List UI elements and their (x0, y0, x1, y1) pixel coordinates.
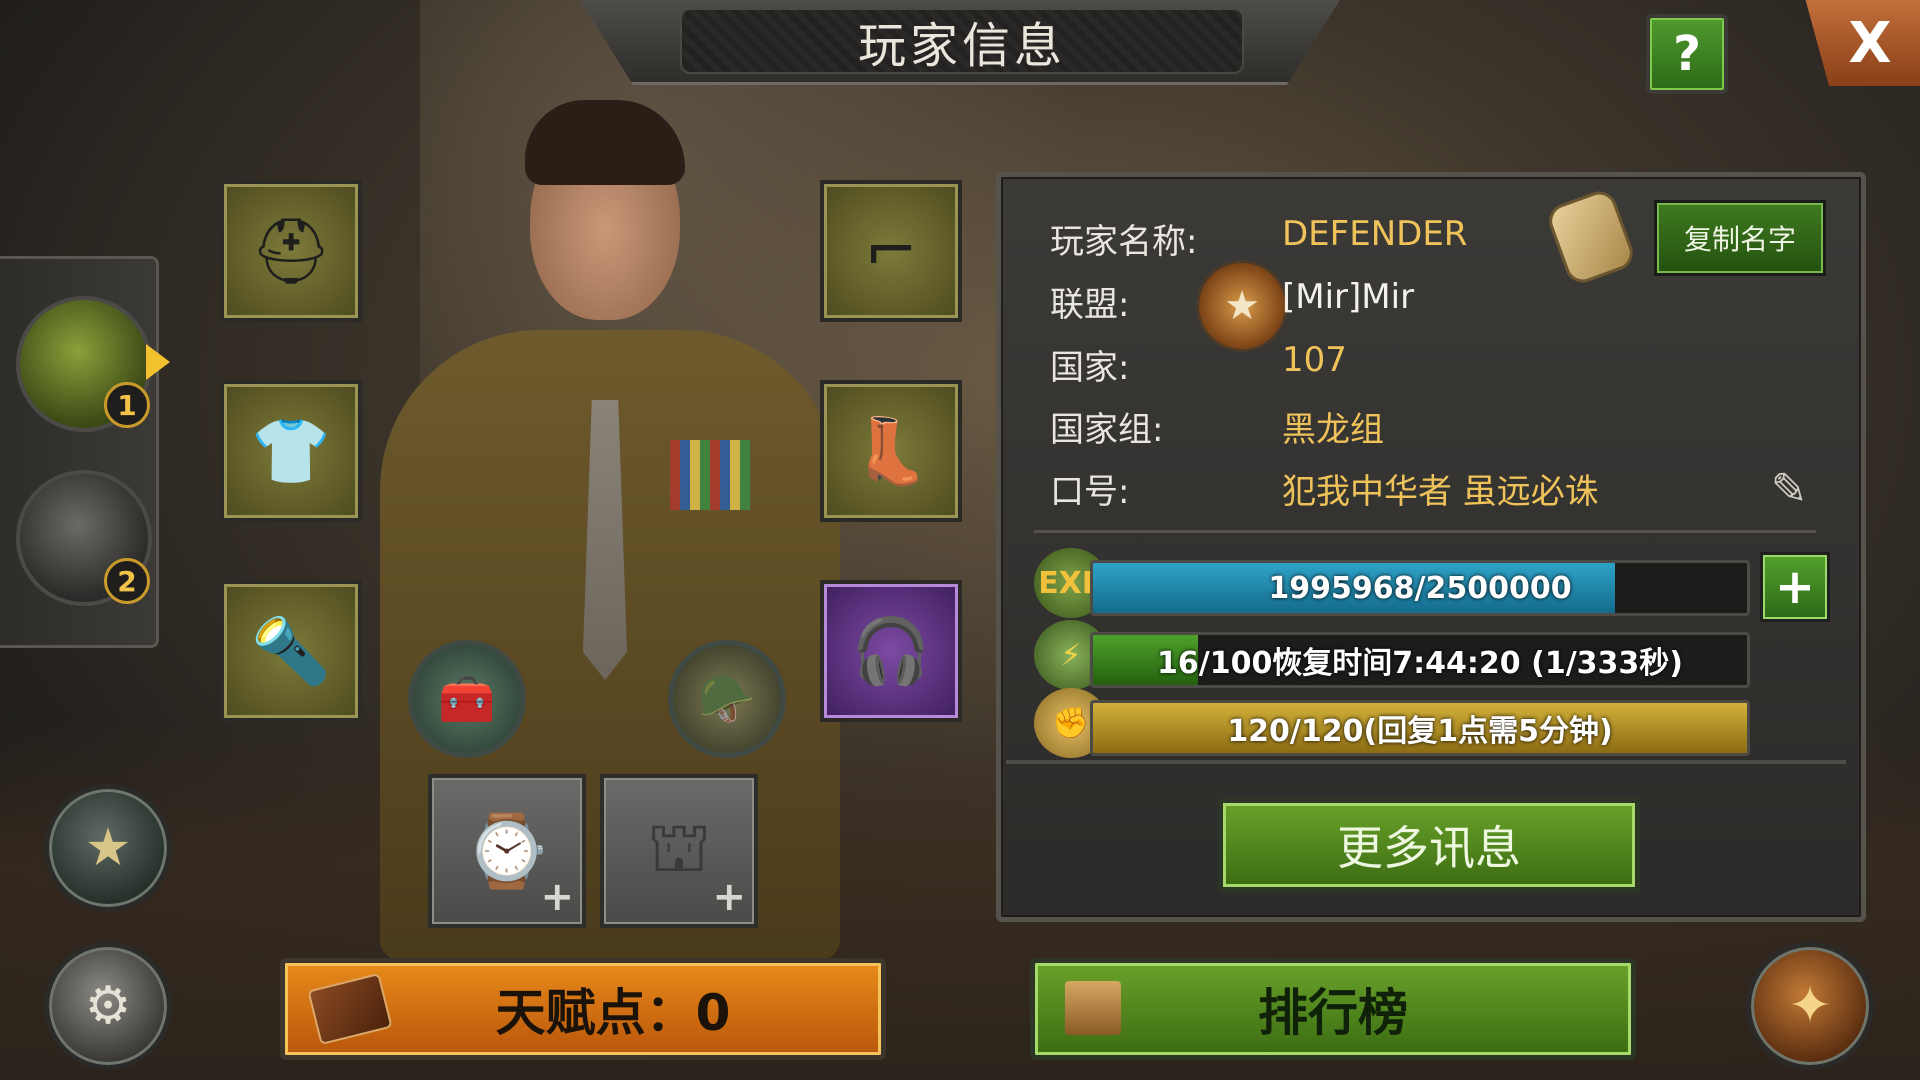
talent-points-label: 天赋点：0 (495, 984, 731, 1042)
headset-icon: 🎧 (851, 614, 931, 689)
more-info-button[interactable]: 更多讯息 (1218, 798, 1640, 892)
eagle-emblem-button[interactable]: ✦ (1746, 942, 1874, 1070)
medal-placeholder-icon: ⌚ (463, 809, 551, 892)
officer-button[interactable]: 🪖 (668, 640, 786, 758)
empty-slot-medal[interactable]: ⌚ + (428, 774, 586, 928)
player-name-value: DEFENDER (1282, 214, 1468, 254)
divider (1034, 530, 1816, 533)
edit-icon[interactable]: ✎ (1756, 464, 1822, 515)
alliance-label: 联盟: (1050, 285, 1130, 325)
alliance-badge-icon[interactable]: ★ (1196, 260, 1288, 352)
equip-boots-slot[interactable]: 👢 (820, 380, 962, 522)
energy-bar-text: 16/100恢复时间7:44:20 (1/333秒) (1156, 646, 1683, 681)
ranking-label: 排行榜 (1258, 984, 1408, 1042)
loadout-1-number: 1 (104, 382, 150, 428)
equip-helmet-slot[interactable]: ⛑ (220, 180, 362, 322)
close-icon: X (1848, 10, 1892, 76)
stamina-bar: 120/120(回复1点需5分钟) (1090, 700, 1750, 756)
gear-icon: ⚙ (84, 976, 132, 1036)
helmet-icon: ⛑ (250, 214, 332, 289)
settings-button[interactable]: ⚙ (44, 942, 172, 1070)
podium-icon (1065, 981, 1121, 1035)
equip-flashlight-slot[interactable]: 🔦 (220, 580, 362, 722)
empty-slot-mine[interactable]: ⛫ + (600, 774, 758, 928)
exp-bar-text: 1995968/2500000 (1268, 570, 1572, 606)
equip-rifle-slot[interactable]: ⌐ (820, 180, 962, 322)
alliance-value[interactable]: [Mir]Mir (1282, 277, 1414, 317)
loadout-2-number: 2 (104, 558, 150, 604)
equip-shirt-slot[interactable]: 👕 (220, 380, 362, 522)
ranking-button[interactable]: 排行榜 (1030, 958, 1636, 1060)
hero-ribbons (670, 440, 750, 510)
boots-icon: 👢 (851, 414, 931, 489)
close-button[interactable]: X (1805, 0, 1920, 86)
toolbox-icon: 🧰 (438, 671, 496, 726)
country-group-label: 国家组: (1050, 410, 1164, 450)
eagle-emblem-icon: ✦ (1788, 976, 1832, 1036)
rank-emblem-icon: ★ (84, 818, 132, 878)
rank-emblem-button[interactable]: ★ (44, 784, 172, 912)
add-exp-button[interactable]: + (1760, 552, 1830, 622)
hero-hair (525, 100, 685, 185)
energy-bar: 16/100恢复时间7:44:20 (1/333秒) (1090, 632, 1750, 688)
country-group-value: 黑龙组 (1282, 410, 1384, 450)
shirt-icon: 👕 (251, 414, 331, 489)
plus-icon: + (540, 874, 574, 920)
slogan-label: 口号: (1050, 472, 1130, 512)
slogan-value: 犯我中华者 虽远必诛 (1282, 472, 1599, 512)
active-loadout-arrow-icon (146, 344, 170, 380)
country-value: 107 (1282, 340, 1347, 380)
mine-placeholder-icon: ⛫ (646, 805, 712, 888)
country-label: 国家: (1050, 348, 1130, 388)
book-icon (307, 972, 393, 1046)
help-button[interactable]: ? (1646, 14, 1728, 94)
officer-icon: 🪖 (698, 671, 756, 726)
stamina-bar-text: 120/120(回复1点需5分钟) (1227, 714, 1613, 749)
exp-bar: 1995968/2500000 (1090, 560, 1750, 616)
question-icon: ? (1673, 26, 1701, 82)
player-name-label: 玩家名称: (1050, 222, 1198, 262)
equip-headset-slot[interactable]: 🎧 (820, 580, 962, 722)
panel-separator (1006, 760, 1846, 764)
rifle-icon: ⌐ (864, 214, 918, 288)
plus-icon: + (712, 874, 746, 920)
equipment-box-button[interactable]: 🧰 (408, 640, 526, 758)
copy-name-button[interactable]: 复制名字 (1654, 200, 1826, 276)
flashlight-icon: 🔦 (251, 614, 331, 689)
talent-points-button[interactable]: 天赋点：0 (280, 958, 886, 1060)
page-title: 玩家信息 (680, 8, 1244, 74)
